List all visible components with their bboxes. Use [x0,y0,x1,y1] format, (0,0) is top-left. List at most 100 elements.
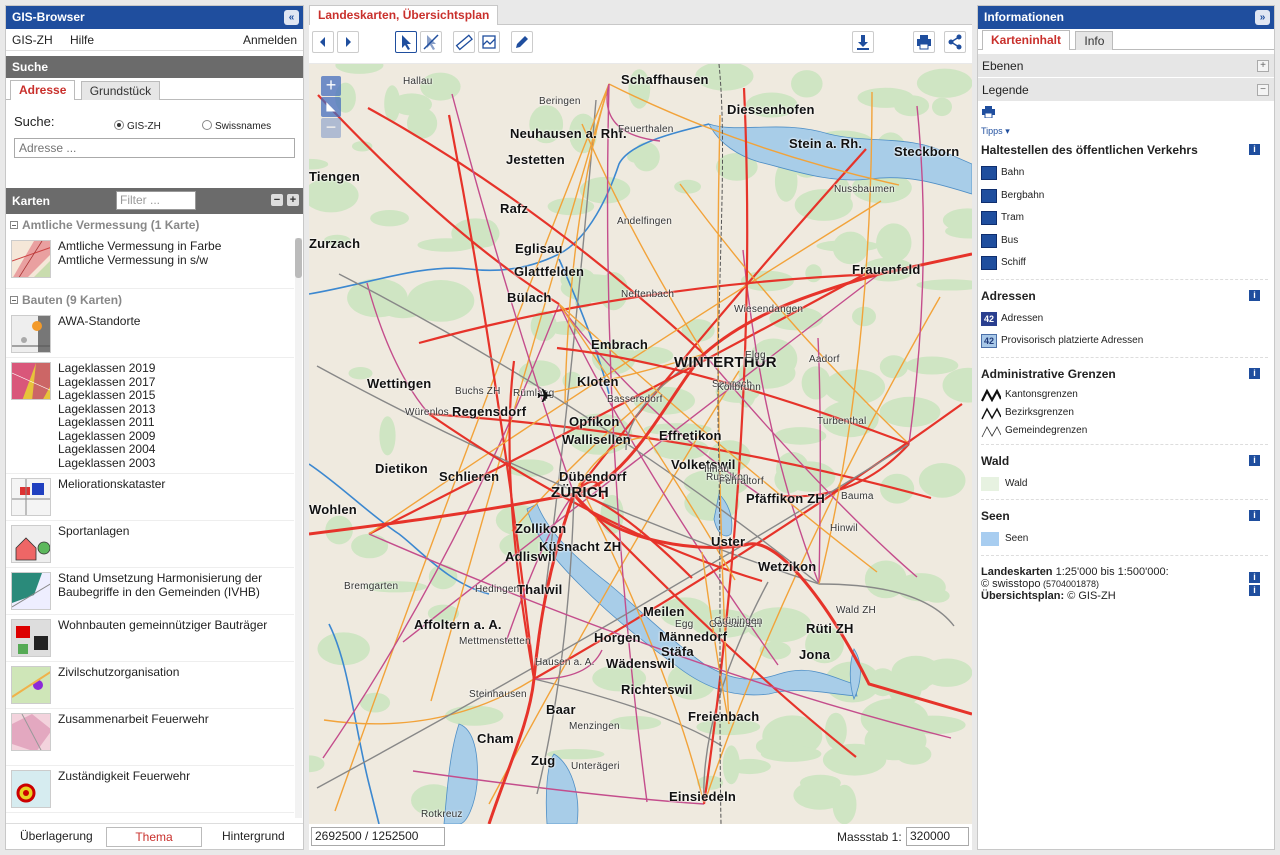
map-item-zivilschutz[interactable]: Zivilschutzorganisation [6,662,294,709]
item-line: Lageklassen 2013 [58,401,156,416]
category-bauten[interactable]: Bauten (9 Karten) [6,289,294,311]
tab-theme[interactable]: Thema [106,827,202,847]
menu-gis-zh[interactable]: GIS-ZH [12,33,53,47]
tab-landeskarten[interactable]: Landeskarten, Übersichtsplan [309,5,499,25]
legend-grenzen: Administrative Grenzen i Kantonsgrenzen B… [978,362,1274,445]
forest-patch [793,780,847,810]
legend-row-label: Schiff [1001,257,1026,268]
forest-patch [899,715,966,735]
maps-filter-input[interactable]: Filter ... [116,191,196,210]
place-label-small: Aadorf [809,354,840,365]
map-item-sportanlagen[interactable]: Sportanlagen [6,521,294,568]
legend-accordion[interactable]: Legende − [978,78,1274,102]
expand-all-icon[interactable]: + [287,194,299,206]
place-label-small: Hinwil [830,523,858,534]
address-search-input[interactable] [14,138,295,158]
place-label-small: Turbenthal [817,416,867,427]
item-line: Sportanlagen [58,524,130,538]
menu-help[interactable]: Hilfe [70,33,94,47]
forward-icon[interactable] [337,31,359,53]
info-icon[interactable]: i [1249,584,1260,596]
item-line: Zusammenarbeit Feuerwehr [58,712,209,726]
item-line: AWA-Standorte [58,314,141,328]
forest-patch [879,396,941,428]
radio-unselected-icon[interactable] [202,120,212,130]
collapse-all-icon[interactable]: − [271,194,283,206]
radio-swissnames[interactable]: Swissnames [202,117,271,132]
radio-gis-zh[interactable]: GIS-ZH [114,117,161,132]
legend-print-icon[interactable] [982,106,995,119]
zoom-box-icon[interactable]: ◣ [321,97,341,117]
credits-text: © swisstopo [981,577,1041,590]
collapse-box-icon[interactable] [10,221,18,229]
map-canvas[interactable]: + ◣ − Schaffhausen Diessenhofen Stein a. R… [309,64,972,824]
legend-row-label: Seen [1005,533,1029,544]
select-pointer-icon[interactable] [395,31,417,53]
forest-patch [774,465,803,494]
tips-toggle[interactable]: Tipps ▾ [978,120,1274,138]
forest-patch [391,93,432,116]
radio-selected-icon[interactable] [114,120,124,130]
search-row: Suche: GIS-ZH Swissnames [6,100,303,138]
thumbnail-wohnbauten [11,619,51,657]
login-link[interactable]: Anmelden [243,29,297,51]
tab-info[interactable]: Info [1075,31,1114,50]
zoom-out-icon[interactable]: − [321,118,341,138]
map-item-av[interactable]: Amtliche Vermessung in Farbe Amtliche Ve… [6,236,294,289]
forest-patch [722,745,740,785]
category-amtliche-vermessung[interactable]: Amtliche Vermessung (1 Karte) [6,214,294,236]
divider [981,356,1268,358]
place-label: Jona [799,647,831,662]
draw-pencil-icon[interactable] [511,31,533,53]
scale-input[interactable]: 320000 [906,827,969,846]
map-item-wohnbauten[interactable]: Wohnbauten gemeinnütziger Bauträger [6,615,294,662]
tab-address[interactable]: Adresse [10,80,76,100]
legend-row-kanton: Kantonsgrenzen [981,386,1274,404]
app-title-bar: GIS-Browser « [6,6,303,29]
share-icon[interactable] [944,31,966,53]
measure-ruler-icon[interactable] [453,31,475,53]
tab-overlay[interactable]: Überlagerung [20,829,93,843]
item-line: Lageklassen 2019 [58,361,156,375]
map-item-lageklassen[interactable]: Lageklassen 2019 Lageklassen 2017 Lagekl… [6,358,294,474]
profile-tool-icon[interactable] [478,31,500,53]
collapse-right-icon[interactable]: » [1255,10,1270,25]
collapse-box-icon[interactable] [10,296,18,304]
scrollbar-thumb[interactable] [295,238,302,278]
collapse-left-icon[interactable]: « [284,10,299,25]
left-panel: GIS-Browser « GIS-ZH Hilfe Anmelden Such… [5,5,304,850]
map-item-awa[interactable]: AWA-Standorte [6,311,294,358]
bottom-tabs: Überlagerung Thema Hintergrund [6,823,303,849]
top-menu: GIS-ZH Hilfe Anmelden [6,29,303,51]
search-tabs: Adresse Grundstück [6,80,303,100]
info-icon[interactable]: i [1249,144,1260,155]
cable-car-icon [981,188,997,203]
provisional-address-badge: 42 [981,334,997,348]
layers-accordion[interactable]: Ebenen + [978,54,1274,78]
pan-disabled-icon[interactable] [420,31,442,53]
print-icon[interactable] [913,31,935,53]
zoom-in-icon[interactable]: + [321,76,341,96]
tab-background[interactable]: Hintergrund [222,829,285,843]
info-icon[interactable]: i [1249,454,1260,466]
forest-patch [916,68,972,98]
map-item-melioration[interactable]: Meliorationskataster [6,474,294,521]
map-item-zusammenarbeit-fw[interactable]: Zusammenarbeit Feuerwehr [6,709,294,766]
info-icon[interactable]: i [1249,367,1260,379]
collapse-icon[interactable]: − [1257,84,1269,96]
item-line: Zuständigkeit Feuerwehr [58,769,191,783]
download-icon[interactable] [852,31,874,53]
info-icon[interactable]: i [1249,510,1260,521]
map-item-zustaendigkeit-fw[interactable]: Zuständigkeit Feuerwehr [6,766,294,813]
map-item-ivhb[interactable]: Stand Umsetzung Harmonisierung der Baube… [6,568,294,615]
place-label: Wädenswil [606,656,675,671]
expand-icon[interactable]: + [1257,60,1269,72]
place-label: Steckborn [894,144,960,159]
maps-scrollbar[interactable] [295,238,302,818]
info-icon[interactable]: i [1249,289,1260,301]
place-label: Effretikon [659,428,722,443]
tab-karteninhalt[interactable]: Karteninhalt [982,30,1071,50]
back-icon[interactable] [312,31,334,53]
tab-parcel[interactable]: Grundstück [80,81,161,100]
info-icon[interactable]: i [1249,571,1260,583]
